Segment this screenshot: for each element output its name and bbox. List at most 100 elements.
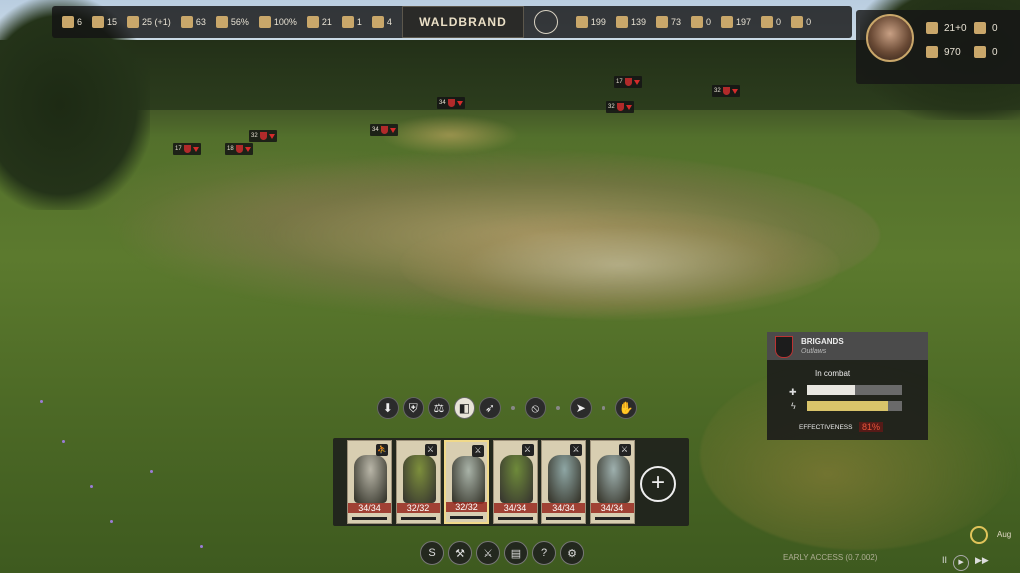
unit-tag[interactable]: 18 [225,143,253,155]
resource-value: 100% [273,17,297,27]
stance-hold-ground-button[interactable]: ⬇ [377,397,399,419]
stop-button[interactable]: ⦸ [524,397,547,419]
meat-icon [62,16,74,28]
unit-tag[interactable]: 17 [614,76,642,88]
lord-stat[interactable]: 0 [974,46,998,58]
resource-item[interactable]: 63 [180,16,206,28]
iron-icon [761,16,774,28]
swords-icon: ⚔ [521,444,534,456]
unit-tag[interactable]: 34 [370,124,398,136]
retreat-button[interactable]: ✋ [615,397,637,419]
target-arrow-icon [456,100,463,106]
resource-item[interactable]: 0 [691,16,711,28]
resource-item[interactable]: 199 [575,16,606,28]
target-arrow-icon [268,133,275,139]
ledger-icon: ▤ [510,547,522,560]
season-sun-icon[interactable] [970,526,988,544]
resource-item[interactable]: 6 [62,16,82,28]
target-arrow-icon [389,127,396,133]
squad-card[interactable]: ⚔ 34/34 [492,440,538,524]
speed-button[interactable]: ▶ [953,555,970,571]
resource-item[interactable]: 73 [655,16,681,28]
resource-value: 197 [736,17,752,27]
walk-icon: ⛹ [376,444,388,456]
squad-health-bar [400,517,436,520]
swords-icon: ⚔ [424,444,437,456]
resource-item[interactable]: 56% [215,16,249,28]
resource-item[interactable]: 100% [258,16,297,28]
lord-stat[interactable]: 0 [974,22,998,34]
squad-card[interactable]: ⚔ 34/34 [541,440,586,524]
settings-button[interactable]: ⚙ [560,541,584,565]
soldier-crowd-back [380,115,520,155]
stance-balanced-button[interactable]: ⚖ [428,397,450,419]
lord-stat[interactable]: 21+0 [926,22,967,34]
effectiveness-value: 81% [859,422,884,432]
army-button[interactable]: ⚔ [476,541,500,565]
resource-value: 1 [356,17,362,27]
resource-item[interactable]: 4 [371,16,392,28]
unit-tag[interactable]: 17 [173,143,201,155]
road-button[interactable]: S [420,541,444,565]
squad-count: 32/32 [396,503,440,513]
help-button[interactable]: ? [532,541,556,565]
run-button[interactable]: ➤ [570,397,592,419]
resource-item[interactable]: 25 (+1) [127,16,171,28]
squad-count: 34/34 [590,503,634,513]
squad-card[interactable]: ⚔ 32/32 [395,440,441,524]
clay-icon [655,16,668,28]
resource-item[interactable]: 0 [761,16,781,28]
resource-value: 0 [776,17,782,27]
region-title[interactable]: WALDBRAND [401,6,524,38]
squad-card[interactable]: ⚔ 32/32 [444,440,489,524]
resource-item[interactable]: 197 [721,16,751,28]
build-icon: ⚒ [455,547,465,560]
unit-tag[interactable]: 34 [437,97,465,109]
stance-shield-wall-button[interactable]: ⛨ [402,397,425,419]
stance-defensive-button[interactable]: ◧ [453,397,476,419]
stance-charge-button[interactable]: ➶ [479,397,501,419]
resource-value: 4 [386,17,392,27]
unit-tag[interactable]: 32 [712,85,740,97]
speed-button[interactable]: II [942,555,947,571]
squad-count: 32/32 [446,502,487,512]
separator-dot [601,406,606,410]
lord-portrait[interactable] [866,14,914,62]
add-squad-button[interactable]: + [640,466,676,502]
weapons-icon [926,46,938,58]
unit-shield-icon [624,78,632,86]
planks-icon [615,16,628,28]
resource-item[interactable]: 0 [791,16,811,28]
shield-wall-icon: ⛨ [408,400,418,415]
build-button[interactable]: ⚒ [448,541,472,565]
run-icon: ➤ [575,401,586,415]
squad-count: 34/34 [542,503,585,513]
unit-shield-icon [447,99,455,107]
resource-item[interactable]: 21 [306,16,332,28]
enemy-unit-panel[interactable]: BRIGANDS Outlaws In combat ✚ ϟ EFFECTIVE… [767,332,928,440]
squad-card[interactable]: ⚔ 34/34 [589,440,635,524]
resource-item[interactable]: 15 [92,16,117,28]
clock-icon[interactable] [533,10,558,34]
speed-button[interactable]: ▶▶ [975,555,989,571]
squad-health-bar [352,517,387,520]
soldier-portrait [354,455,387,503]
target-arrow-icon [192,146,199,152]
soldier-portrait [402,455,436,503]
house-icon [127,16,140,28]
horseshoe-icon [341,16,354,28]
help-icon: ? [540,547,548,559]
resource-item[interactable]: 1 [341,16,362,28]
lord-stat[interactable]: 970 [926,46,961,58]
settings-icon: ⚙ [567,547,577,560]
squad-card[interactable]: ⛹ 34/34 [347,440,392,524]
balanced-icon: ⚖ [433,401,445,415]
soldier-portrait [596,455,630,503]
unit-tag-count: 18 [227,146,234,152]
unit-tag[interactable]: 32 [249,130,277,142]
enemy-shield-icon [775,336,793,358]
ledger-button[interactable]: ▤ [504,541,528,565]
unit-tag[interactable]: 32 [606,101,634,113]
workforce-icon [258,16,271,28]
resource-item[interactable]: 139 [615,16,646,28]
